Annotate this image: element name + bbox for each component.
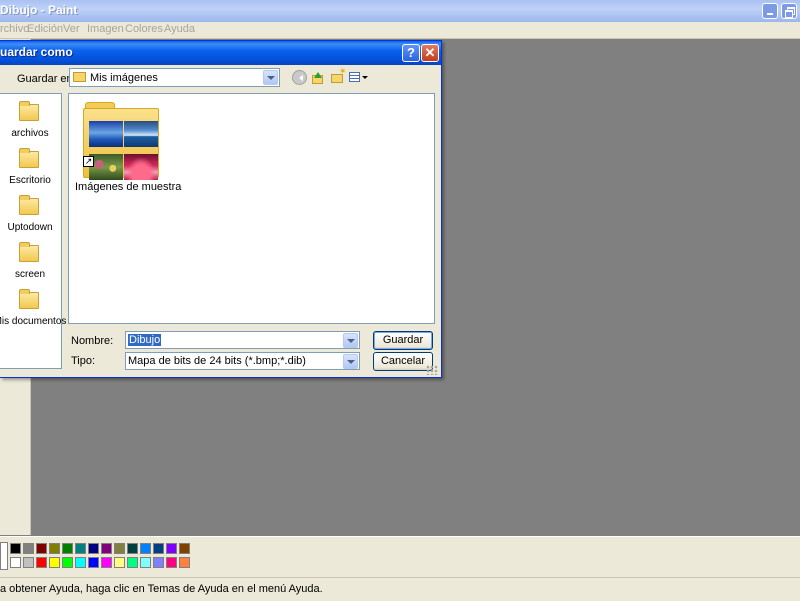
folder-icon: [19, 148, 39, 168]
up-folder-icon[interactable]: [310, 70, 325, 85]
color-swatch[interactable]: [36, 557, 47, 568]
folder-icon: [19, 242, 39, 262]
sample-image-thumbnail: [124, 154, 158, 180]
color-swatch[interactable]: [114, 543, 125, 554]
menubar: rchivo Edición Ver Imagen Colores Ayuda: [0, 22, 800, 39]
file-list[interactable]: ↗ Imágenes de muestra: [68, 93, 435, 324]
color-swatch[interactable]: [179, 557, 190, 568]
places-bar: archivos Escritorio Uptodown screen Mis …: [0, 93, 66, 369]
help-button[interactable]: ?: [402, 44, 420, 62]
color-swatch[interactable]: [166, 557, 177, 568]
place-escritorio[interactable]: Escritorio: [0, 148, 60, 195]
color-swatch[interactable]: [10, 557, 21, 568]
place-label: screen: [14, 269, 45, 280]
close-button[interactable]: ✕: [421, 44, 439, 62]
dialog-titlebar: uardar como ? ✕: [0, 41, 441, 65]
cancel-button[interactable]: Cancelar: [373, 352, 433, 371]
color-swatch[interactable]: [23, 557, 34, 568]
color-swatch[interactable]: [127, 543, 138, 554]
minimize-button[interactable]: [762, 3, 778, 19]
place-label: Mis documentos: [0, 316, 67, 327]
place-mis-documentos[interactable]: Mis documentos: [0, 289, 66, 336]
color-swatch[interactable]: [166, 543, 177, 554]
save-as-dialog: uardar como ? ✕ Guardar en: Mis imágenes…: [0, 40, 442, 378]
file-type-label: Tipo:: [71, 355, 96, 367]
file-name-label: Nombre:: [71, 335, 114, 347]
back-icon[interactable]: [292, 70, 307, 85]
color-swatch[interactable]: [101, 543, 112, 554]
paint-titlebar: Dibujo - Paint: [0, 0, 800, 23]
menu-imagen[interactable]: Imagen: [87, 23, 124, 35]
shortcut-arrow-icon: ↗: [83, 156, 94, 167]
menu-colores[interactable]: Colores: [125, 23, 163, 35]
current-colors-indicator[interactable]: [0, 542, 8, 570]
color-swatch[interactable]: [114, 557, 125, 568]
restore-button[interactable]: [781, 3, 797, 19]
file-name-value[interactable]: Dibujo: [128, 334, 162, 346]
color-swatch[interactable]: [127, 557, 138, 568]
place-label: Uptodown: [7, 222, 53, 233]
color-palette: [0, 536, 800, 577]
folder-icon: [19, 195, 39, 215]
color-swatch[interactable]: [140, 557, 151, 568]
color-swatch[interactable]: [88, 543, 99, 554]
status-text: a obtener Ayuda, haga clic en Temas de A…: [0, 583, 323, 595]
color-swatch[interactable]: [49, 557, 60, 568]
menu-archivo[interactable]: rchivo: [0, 23, 29, 35]
folder-icon: [19, 101, 39, 121]
save-in-value: Mis imágenes: [90, 72, 158, 84]
menu-edicion[interactable]: Edición: [27, 23, 63, 35]
menu-ayuda[interactable]: Ayuda: [164, 23, 195, 35]
color-swatch[interactable]: [153, 543, 164, 554]
color-swatch[interactable]: [75, 543, 86, 554]
place-screen[interactable]: screen: [0, 242, 60, 289]
list-item-label[interactable]: Imágenes de muestra: [75, 181, 181, 193]
app-title: Dibujo - Paint: [0, 3, 78, 17]
file-name-field[interactable]: Dibujo: [125, 331, 360, 349]
color-swatch[interactable]: [10, 543, 21, 554]
color-swatch[interactable]: [62, 557, 73, 568]
chevron-down-icon[interactable]: [343, 354, 358, 369]
color-swatch[interactable]: [23, 543, 34, 554]
color-swatch[interactable]: [179, 543, 190, 554]
menu-ver[interactable]: Ver: [63, 23, 80, 35]
views-menu-icon[interactable]: [349, 70, 368, 85]
color-swatch[interactable]: [75, 557, 86, 568]
chevron-down-icon[interactable]: [263, 70, 278, 85]
shortcut-folder-thumbnail-icon: [83, 108, 159, 180]
file-type-dropdown[interactable]: Mapa de bits de 24 bits (*.bmp;*.dib): [125, 352, 360, 370]
folder-icon: [73, 72, 86, 82]
sample-image-thumbnail: [89, 121, 123, 147]
color-swatch[interactable]: [36, 543, 47, 554]
sample-image-thumbnail: [89, 154, 123, 180]
place-archivos[interactable]: archivos: [0, 101, 60, 148]
sample-image-thumbnail: [124, 121, 158, 147]
color-swatch[interactable]: [49, 543, 60, 554]
place-label: archivos: [11, 128, 49, 139]
color-swatch[interactable]: [88, 557, 99, 568]
file-type-value: Mapa de bits de 24 bits (*.bmp;*.dib): [128, 355, 306, 367]
save-in-dropdown[interactable]: Mis imágenes: [69, 68, 280, 87]
color-swatch[interactable]: [140, 543, 151, 554]
save-button[interactable]: Guardar: [373, 331, 433, 350]
chevron-down-icon[interactable]: [343, 333, 358, 348]
dialog-title: uardar como: [0, 45, 73, 59]
place-uptodown[interactable]: Uptodown: [0, 195, 60, 242]
color-swatch[interactable]: [153, 557, 164, 568]
folder-icon: [19, 289, 39, 309]
color-swatch[interactable]: [62, 543, 73, 554]
new-folder-icon[interactable]: [330, 66, 347, 85]
resize-grip[interactable]: [426, 365, 438, 375]
place-label: Escritorio: [9, 175, 51, 186]
color-swatch[interactable]: [101, 557, 112, 568]
list-item[interactable]: ↗: [83, 100, 159, 180]
save-in-label: Guardar en:: [17, 73, 76, 85]
statusbar: a obtener Ayuda, haga clic en Temas de A…: [0, 577, 800, 601]
